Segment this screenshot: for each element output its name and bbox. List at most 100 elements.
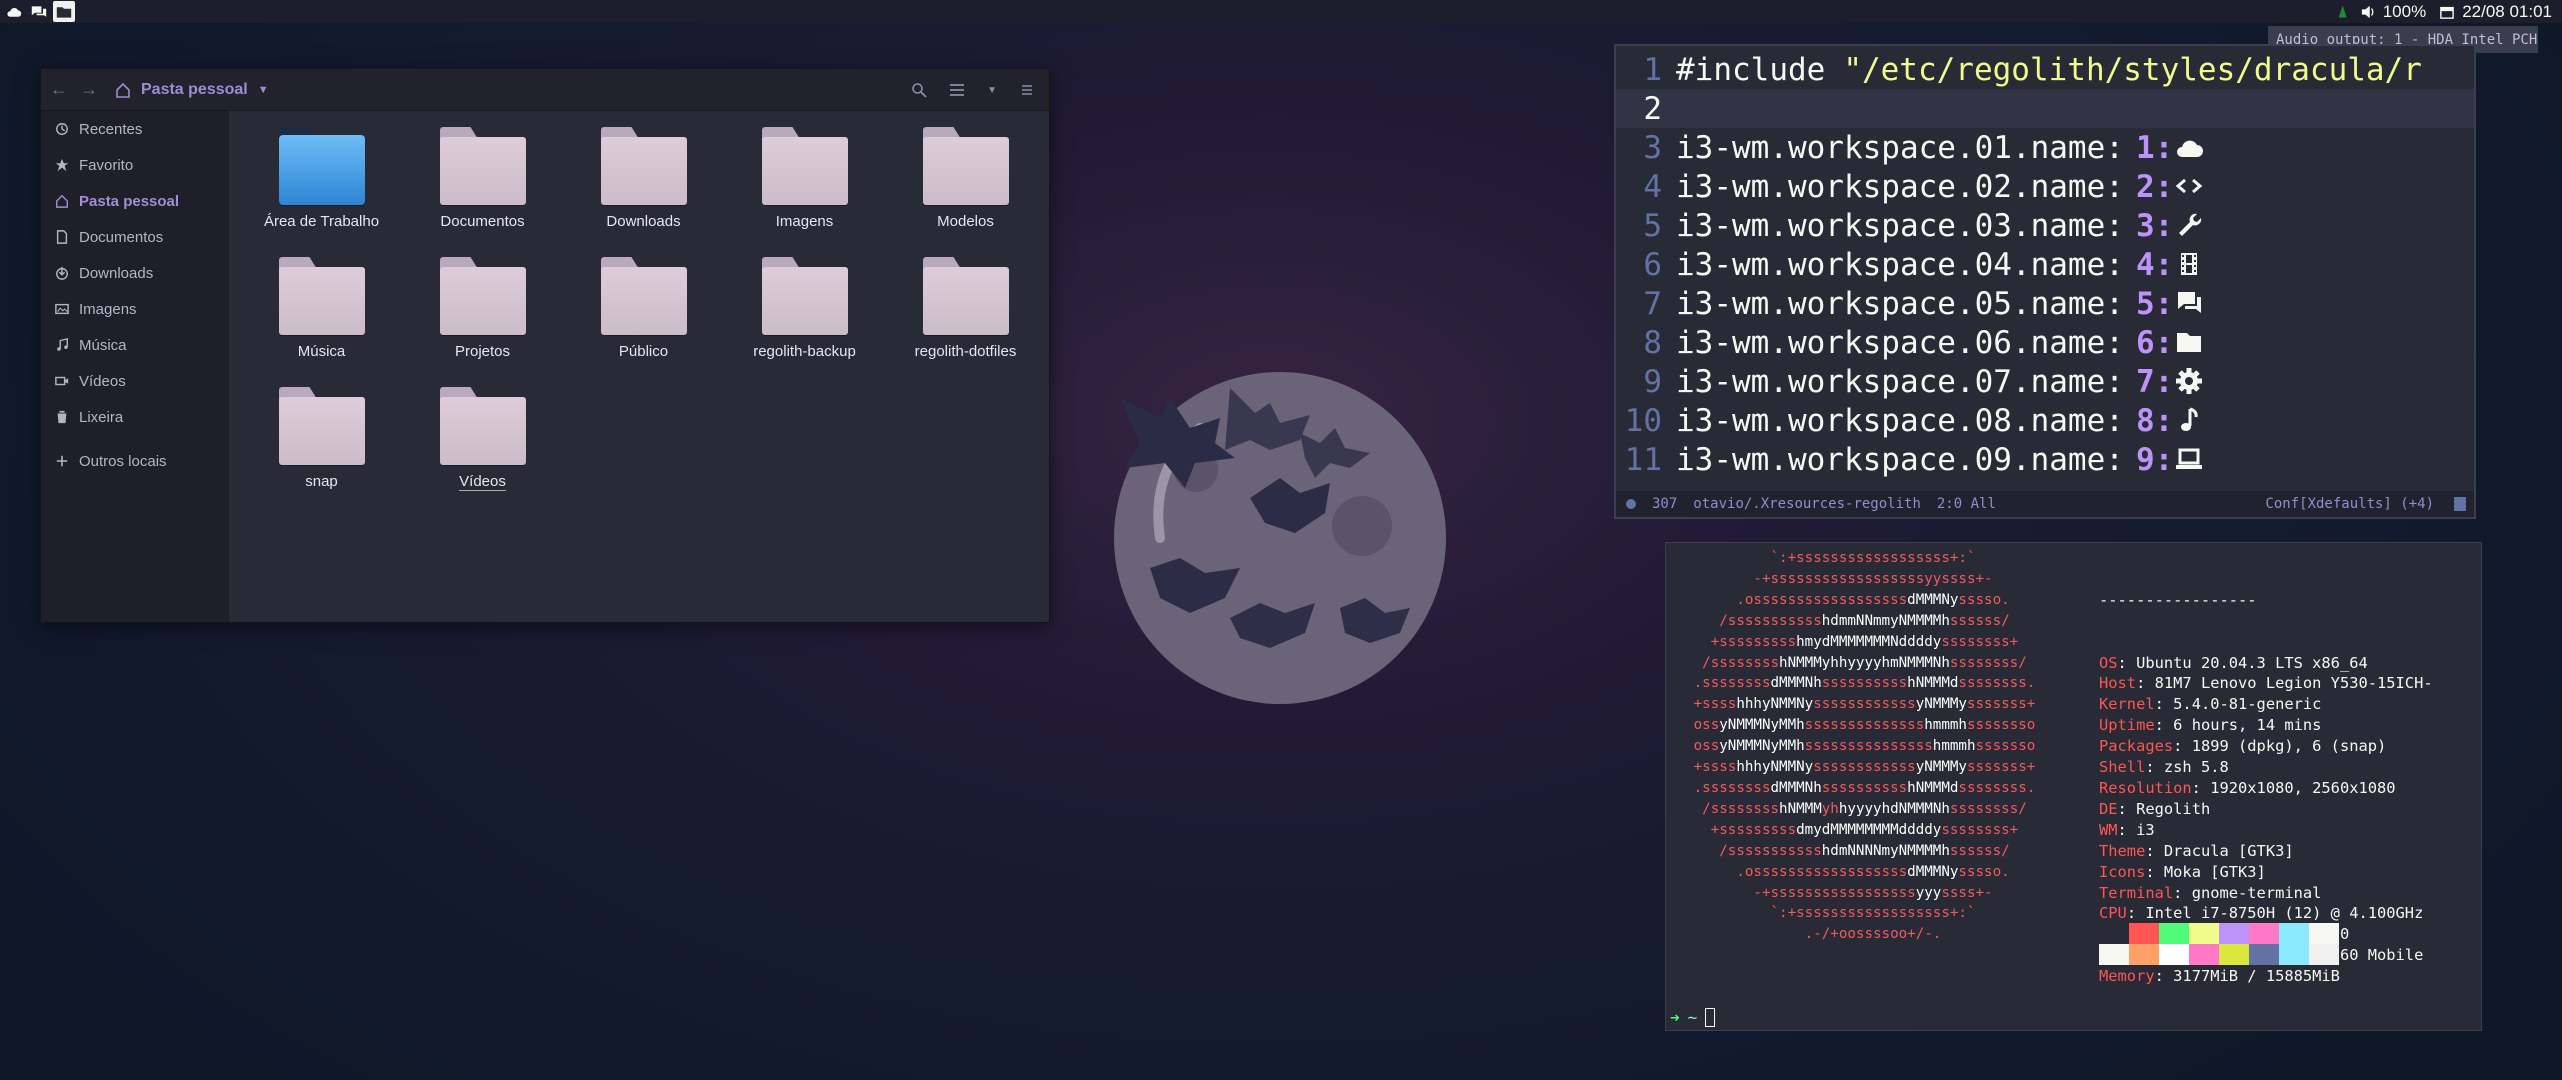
line-number: 10 — [1624, 402, 1662, 439]
path-bar[interactable]: Pasta pessoal ▼ — [115, 81, 269, 99]
workspace-1-button[interactable] — [3, 1, 25, 22]
workspace-2-button[interactable] — [28, 1, 50, 22]
logo-line: +sssssssssdmydMMMMMMMMddddyssssssss+ — [1668, 821, 2019, 838]
info-value: 5.4.0-81-generic — [2173, 695, 2322, 714]
sidebar-item-outros-locais[interactable]: Outros locais — [41, 443, 229, 479]
folder-icon — [761, 257, 848, 335]
info-value: Moka [GTK3] — [2163, 862, 2266, 881]
workspace-key: i3-wm.workspace.09.name: — [1676, 441, 2124, 478]
editor-line[interactable]: 8 i3-wm.workspace.06.name: 6: — [1616, 323, 2474, 362]
folder-item[interactable]: Público — [563, 257, 724, 371]
folder-icon — [278, 257, 365, 335]
info-value: 1899 (dpkg), 6 (snap) — [2191, 737, 2387, 756]
logo-line: -+sssssssssssssssssyyyssss+- — [1668, 884, 1993, 901]
workspace-number: 6: — [2135, 324, 2174, 361]
palette-swatch — [2219, 944, 2249, 965]
editor-line[interactable]: 9 i3-wm.workspace.07.name: 7: — [1616, 362, 2474, 401]
list-view-icon[interactable] — [949, 82, 965, 98]
folder-label: Imagens — [775, 213, 834, 230]
workspace-key: i3-wm.workspace.03.name: — [1676, 207, 2124, 244]
volume-value: 100% — [2382, 1, 2427, 21]
workspace-number: 5: — [2135, 285, 2174, 322]
editor-statusline: 307 otavio/.Xresources-regolith 2:0 All … — [1616, 491, 2474, 517]
forward-button[interactable]: → — [77, 79, 101, 100]
folder-item[interactable]: Downloads — [563, 127, 724, 241]
logo-line: ossyNMMMNyMMhssssssssssssssshmmmhsssssso — [1668, 738, 2036, 755]
editor-line[interactable]: 7 i3-wm.workspace.05.name: 5: — [1616, 284, 2474, 323]
info-row: DE: Regolith — [2099, 799, 2211, 818]
network-indicator[interactable] — [2338, 5, 2347, 18]
shell-prompt[interactable]: ➜ ~ — [1670, 1008, 1716, 1027]
folder-icon — [56, 6, 72, 18]
logo-line: /ssssssssssshdmNNNNmyNMMMMhssssss/ — [1668, 842, 2010, 859]
info-row: Shell: zsh 5.8 — [2099, 758, 2229, 777]
sidebar-item-lixeira[interactable]: Lixeira — [41, 399, 229, 435]
info-key: Icons — [2099, 862, 2146, 881]
sidebar-item-favorito[interactable]: Favorito — [41, 147, 229, 183]
editor-line[interactable]: 6 i3-wm.workspace.04.name: 4: — [1616, 245, 2474, 284]
folder-item[interactable]: Vídeos — [402, 387, 563, 501]
folder-item[interactable]: Modelos — [885, 127, 1046, 241]
info-row: Uptime: 6 hours, 14 mins — [2099, 716, 2322, 735]
sidebar-item-documentos[interactable]: Documentos — [41, 219, 229, 255]
sidebar-item-música[interactable]: Música — [41, 327, 229, 363]
ubuntu-ascii-logo: `:+ssssssssssssssssss+:` -+sssssssssssss… — [1668, 548, 2036, 945]
workspace-3-button[interactable] — [53, 1, 75, 22]
info-value: 3177MiB / 15885MiB — [2173, 967, 2340, 986]
editor-line[interactable]: 5 i3-wm.workspace.03.name: 3: — [1616, 206, 2474, 245]
folder-item[interactable]: Música — [241, 257, 402, 371]
info-value: Dracula [GTK3] — [2163, 841, 2294, 860]
sidebar-item-pasta-pessoal[interactable]: Pasta pessoal — [41, 183, 229, 219]
info-key: Host — [2099, 674, 2137, 693]
editor-line-1[interactable]: 1 #include "/etc/regolith/styles/dracula… — [1616, 50, 2474, 89]
folder-item[interactable]: snap — [241, 387, 402, 501]
menu-icon[interactable] — [1019, 82, 1035, 98]
video-icon — [55, 376, 69, 386]
view-options-chevron-icon[interactable]: ▼ — [987, 85, 997, 96]
palette-swatch — [2279, 923, 2309, 944]
info-row: Host: 81M7 Lenovo Legion Y530-15ICH- — [2099, 674, 2433, 693]
text-cursor — [1705, 1008, 1716, 1027]
folder-item[interactable]: Documentos — [402, 127, 563, 241]
editor-line-current[interactable]: 2 — [1616, 89, 2474, 128]
clock-indicator[interactable]: 22/08 01:01 — [2440, 2, 2552, 22]
lock-icon — [2454, 497, 2466, 511]
sidebar-item-imagens[interactable]: Imagens — [41, 291, 229, 327]
sidebar-item-downloads[interactable]: Downloads — [41, 255, 229, 291]
folder-item[interactable]: Projetos — [402, 257, 563, 371]
path-label: Pasta pessoal — [141, 80, 248, 98]
info-value: Ubuntu 20.04.3 LTS x86_64 — [2136, 653, 2368, 672]
speaker-icon — [2361, 5, 2374, 18]
chevron-down-icon[interactable]: ▼ — [258, 84, 269, 96]
sidebar: Recentes Favorito Pasta pessoal Documentos D… — [41, 111, 229, 622]
editor-line[interactable]: 11 i3-wm.workspace.09.name: 9: — [1616, 440, 2474, 479]
sidebar-item-vídeos[interactable]: Vídeos — [41, 363, 229, 399]
logo-line: .ssssssssdMMMNhsssssssssshNMMMdssssssss. — [1668, 779, 2036, 796]
include-path: "/etc/regolith/styles/dracula/r — [1843, 51, 2422, 88]
cursor-position: 2:0 All — [1936, 496, 1996, 512]
sidebar-item-recentes[interactable]: Recentes — [41, 111, 229, 147]
datetime: 22/08 01:01 — [2462, 1, 2552, 21]
volume-indicator[interactable]: 100% — [2361, 2, 2426, 22]
info-value: zsh 5.8 — [2163, 758, 2229, 777]
folder-item[interactable]: regolith-backup — [724, 257, 885, 371]
folder-label: regolith-dotfiles — [914, 343, 1017, 360]
back-button[interactable]: ← — [47, 79, 71, 100]
film-icon — [2181, 252, 2198, 275]
workspace-key: i3-wm.workspace.05.name: — [1676, 285, 2124, 322]
folder-item[interactable]: Área de Trabalho — [241, 127, 402, 241]
folder-item[interactable]: Imagens — [724, 127, 885, 241]
terminal-window[interactable]: `:+ssssssssssssssssss+:` -+sssssssssssss… — [1665, 542, 2482, 1031]
folder-item[interactable]: regolith-dotfiles — [885, 257, 1046, 371]
workspace-number: 1: — [2135, 129, 2174, 166]
logo-line: /sssssssshNMMMyhhyyyyhmNMMMNhssssssss/ — [1668, 654, 2027, 671]
search-icon[interactable] — [911, 82, 927, 98]
editor-line[interactable]: 10 i3-wm.workspace.08.name: 8: — [1616, 401, 2474, 440]
chat-icon — [2178, 291, 2202, 313]
info-row: Packages: 1899 (dpkg), 6 (snap) — [2099, 737, 2387, 756]
folder-label: Público — [618, 343, 669, 360]
editor-line[interactable]: 4 i3-wm.workspace.02.name: 2: — [1616, 167, 2474, 206]
editor-line[interactable]: 3 i3-wm.workspace.01.name: 1: — [1616, 128, 2474, 167]
folder-icon — [439, 127, 526, 205]
download-icon — [56, 266, 68, 280]
